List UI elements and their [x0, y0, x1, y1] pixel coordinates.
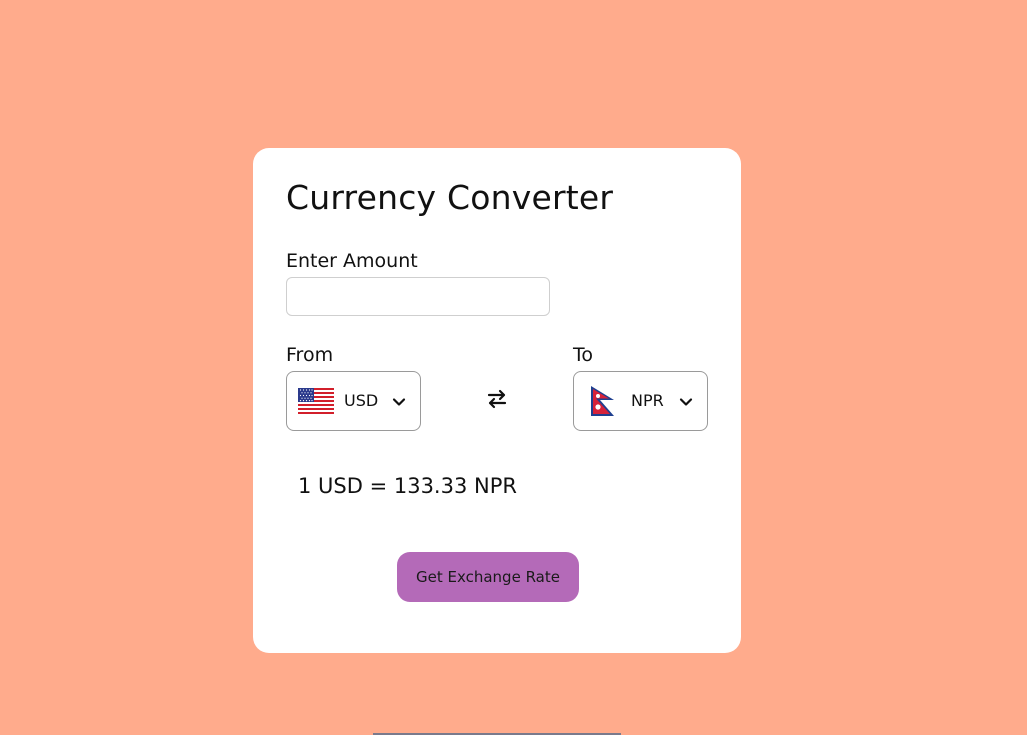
exchange-rate-result: 1 USD = 133.33 NPR — [298, 474, 517, 498]
to-currency-select[interactable]: NPR — [573, 371, 708, 431]
to-label: To — [573, 344, 594, 366]
from-label: From — [286, 344, 334, 366]
chevron-down-icon — [679, 398, 693, 406]
nepal-flag-icon — [591, 386, 614, 416]
get-exchange-rate-button[interactable]: Get Exchange Rate — [397, 552, 579, 602]
chevron-down-icon — [392, 398, 406, 406]
to-currency-code: NPR — [631, 391, 664, 410]
us-flag-icon — [298, 388, 334, 414]
amount-input[interactable] — [286, 277, 550, 316]
from-currency-code: USD — [344, 391, 379, 410]
page-title: Currency Converter — [286, 178, 614, 217]
from-currency-select[interactable]: USD — [286, 371, 421, 431]
amount-label: Enter Amount — [286, 250, 418, 272]
swap-arrows-icon[interactable] — [485, 387, 509, 411]
converter-card: Currency Converter Enter Amount From To … — [253, 148, 741, 653]
